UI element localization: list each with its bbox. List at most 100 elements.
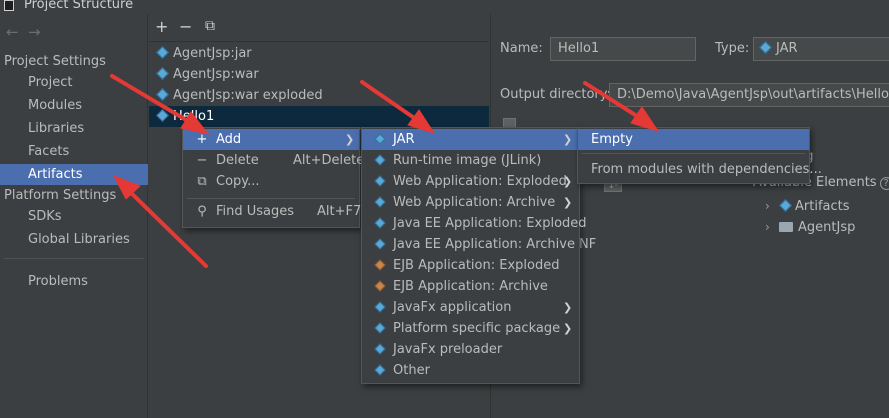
submenu-item-javaee-exploded[interactable]: Java EE Application: Exploded <box>362 213 587 234</box>
other-artifact-icon <box>374 364 386 376</box>
chevron-right-icon: ❯ <box>345 133 355 146</box>
platform-package-icon <box>374 322 386 334</box>
web-archive-icon <box>374 196 386 208</box>
jar-artifact-icon <box>156 46 169 59</box>
sidebar-item-libraries[interactable]: Libraries <box>0 118 148 139</box>
forward-arrow-icon[interactable]: → <box>28 23 41 41</box>
submenu-item-empty[interactable]: Empty <box>578 129 809 150</box>
submenu-item-ejb-archive[interactable]: EJB Application: Archive <box>362 276 579 297</box>
web-exploded-icon <box>374 175 386 187</box>
tree-node-label: AgentJsp <box>798 220 856 235</box>
sidebar-item-modules[interactable]: Modules <box>0 95 148 116</box>
submenu-item-web-app-archive[interactable]: Web Application: Archive ❯ <box>362 192 579 213</box>
chevron-right-icon[interactable]: › <box>765 217 779 237</box>
submenu-item-from-modules[interactable]: From modules with dependencies... <box>578 159 822 180</box>
javafx-preloader-icon <box>374 343 386 355</box>
artifact-item[interactable]: AgentJsp:war exploded <box>149 85 489 106</box>
runtime-image-icon <box>374 154 386 166</box>
artifacts-icon <box>779 199 792 212</box>
artifact-label: AgentJsp:jar <box>173 46 252 61</box>
chevron-right-icon: ❯ <box>563 175 573 188</box>
chevron-right-icon[interactable]: › <box>765 196 779 216</box>
menu-item-delete[interactable]: − Delete Alt+Delete <box>183 150 365 171</box>
menu-item-label: Run-time image (JLink) <box>393 153 542 168</box>
submenu-item-javaee-archive[interactable]: Java EE Application: Archive <box>362 234 579 255</box>
menu-item-label: Java EE Application: Archive <box>393 237 575 252</box>
sidebar-item-project[interactable]: Project <box>0 72 148 93</box>
menu-item-label: Find Usages <box>216 204 295 219</box>
sidebar-item-facets[interactable]: Facets <box>0 141 148 162</box>
add-icon: + <box>196 132 208 147</box>
sidebar-item-problems[interactable]: Problems <box>0 271 148 292</box>
add-icon[interactable]: + <box>155 17 168 36</box>
window-title: Project Structure <box>24 0 134 12</box>
artifact-label: Hello1 <box>173 109 215 124</box>
jar-icon <box>374 133 386 145</box>
type-value: JAR <box>776 41 798 56</box>
name-input[interactable]: Hello1 <box>550 37 696 61</box>
menu-item-label: Web Application: Exploded <box>393 174 567 189</box>
search-icon: ⚲ <box>197 204 207 219</box>
context-menu: + Add ❯ − Delete Alt+Delete ⧉ Copy... ⚲ … <box>182 127 365 228</box>
type-label: Type: <box>715 41 750 56</box>
ejb-exploded-icon <box>374 259 386 271</box>
sidebar-item-sdks[interactable]: SDKs <box>0 206 148 227</box>
menu-item-label: Java EE Application: Exploded <box>393 216 587 231</box>
type-select[interactable]: JAR <box>753 37 889 61</box>
menu-item-copy[interactable]: ⧉ Copy... <box>183 171 359 192</box>
add-submenu: JAR ❯ Run-time image (JLink) Web Applica… <box>361 127 587 384</box>
chevron-right-icon: ❯ <box>563 196 573 209</box>
submenu-item-jar[interactable]: JAR ❯ <box>362 129 579 150</box>
artifact-item-selected[interactable]: Hello1 <box>149 106 489 127</box>
menu-item-label: Web Application: Archive <box>393 195 556 210</box>
output-directory-input[interactable]: D:\Demo\Java\AgentJsp\out\artifacts\Hell… <box>609 83 889 107</box>
submenu-item-javafx-application[interactable]: JavaFx application ❯ <box>362 297 579 318</box>
menu-item-find-usages[interactable]: ⚲ Find Usages Alt+F7 <box>183 201 362 222</box>
help-icon[interactable]: ? <box>879 177 889 190</box>
ejb-archive-icon <box>374 280 386 292</box>
output-directory-label: Output directory: <box>500 87 611 102</box>
tree-node-module[interactable]: › AgentJsp <box>765 217 855 237</box>
artifact-item[interactable]: AgentJsp:jar <box>149 43 489 64</box>
menu-item-label: EJB Application: Archive <box>393 279 548 294</box>
artifact-label: AgentJsp:war <box>173 67 259 82</box>
artifact-item[interactable]: AgentJsp:war <box>149 64 489 85</box>
submenu-item-other[interactable]: Other <box>362 360 579 381</box>
artifact-label: AgentJsp:war exploded <box>173 88 323 103</box>
sidebar-item-artifacts[interactable]: Artifacts <box>0 164 148 185</box>
menu-item-add[interactable]: + Add ❯ <box>183 129 359 150</box>
submenu-item-web-app-exploded[interactable]: Web Application: Exploded ❯ <box>362 171 579 192</box>
menu-separator <box>187 198 355 199</box>
submenu-item-platform-package[interactable]: Platform specific package ❯ <box>362 318 579 339</box>
project-settings-header: Project Settings <box>4 54 106 69</box>
jar-type-icon <box>759 41 772 54</box>
artifacts-toolbar: + − ⧉ <box>149 14 489 42</box>
menu-item-label: Add <box>216 132 242 147</box>
menu-item-label: JavaFx preloader <box>393 342 503 357</box>
remove-icon: − <box>196 153 208 168</box>
settings-sidebar: ← → Project Settings Project Modules Lib… <box>0 14 148 418</box>
copy-icon[interactable]: ⧉ <box>205 18 215 34</box>
name-label: Name: <box>500 41 543 56</box>
menu-item-label: JAR <box>393 132 415 147</box>
menu-item-label: From modules with dependencies... <box>591 162 822 177</box>
submenu-item-javafx-preloader[interactable]: JavaFx preloader <box>362 339 579 360</box>
back-arrow-icon[interactable]: ← <box>6 23 19 41</box>
menu-item-label: Delete <box>216 153 259 168</box>
sidebar-item-global-libraries[interactable]: Global Libraries <box>0 229 148 250</box>
submenu-item-runtime-image[interactable]: Run-time image (JLink) <box>362 150 579 171</box>
submenu-item-ejb-exploded[interactable]: EJB Application: Exploded <box>362 255 579 276</box>
jar-submenu: Empty From modules with dependencies... <box>577 127 822 184</box>
menu-item-label: Empty <box>591 132 633 147</box>
copy-icon: ⧉ <box>197 174 207 189</box>
menu-separator <box>582 153 805 154</box>
jar-artifact-icon <box>156 109 169 122</box>
intellij-app-icon <box>4 0 14 11</box>
menu-item-label: Platform specific package <box>393 321 561 336</box>
menu-item-label: JavaFx application <box>393 300 512 315</box>
remove-icon[interactable]: − <box>179 17 192 36</box>
shortcut-label: Alt+Delete <box>293 153 365 168</box>
shortcut-label: Alt+F7 <box>317 204 362 219</box>
partial-label: NF <box>579 237 597 252</box>
tree-node-artifacts[interactable]: › Artifacts <box>765 196 850 216</box>
